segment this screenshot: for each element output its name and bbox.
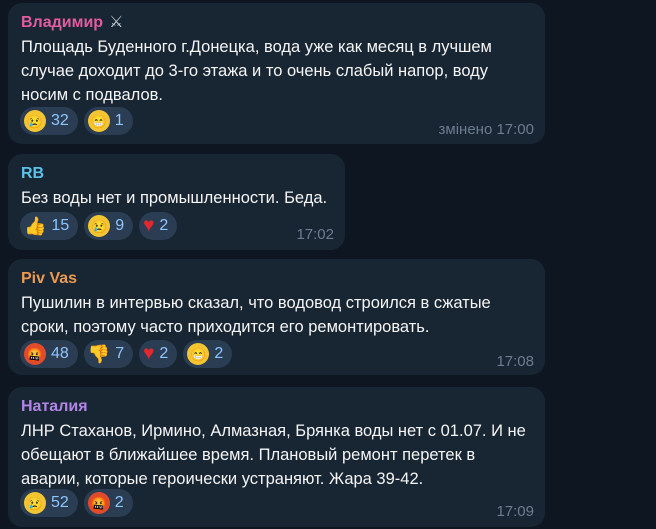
grinning-face-icon: 😁 bbox=[187, 343, 210, 365]
message-timestamp: 17:02 bbox=[296, 226, 334, 243]
sender-name[interactable]: Наталия bbox=[21, 397, 532, 417]
reaction-button[interactable]: 👎 7 bbox=[83, 340, 134, 368]
reactions-bar: 😢 32 😁 1 bbox=[20, 107, 133, 135]
reaction-button[interactable]: 🤬 2 bbox=[83, 489, 133, 517]
message-bubble[interactable]: Наталия ЛНР Стаханов, Ирмино, Алмазная, … bbox=[8, 387, 545, 527]
thumbs-up-icon: 👍 bbox=[24, 215, 47, 236]
reaction-button[interactable]: 😢 9 bbox=[84, 212, 134, 240]
reaction-button[interactable]: 😁 2 bbox=[183, 340, 233, 368]
reactions-bar: 😢 52 🤬 2 bbox=[20, 489, 133, 517]
reaction-button[interactable]: ♥ 2 bbox=[139, 212, 178, 240]
message-text: ЛНР Стаханов, Ирмино, Алмазная, Брянка в… bbox=[21, 422, 526, 488]
message-bubble[interactable]: Владимир ⚔ Площадь Буденного г.Донецка, … bbox=[8, 3, 545, 144]
reaction-button[interactable]: 😁 1 bbox=[83, 107, 133, 135]
message-timestamp: 17:08 bbox=[496, 353, 534, 370]
reaction-button[interactable]: 👍 15 bbox=[20, 212, 79, 240]
message-text: Площадь Буденного г.Донецка, вода уже ка… bbox=[21, 38, 492, 104]
sender-name[interactable]: Piv Vas bbox=[21, 269, 532, 289]
red-heart-icon: ♥ bbox=[143, 215, 155, 236]
reaction-button[interactable]: 😢 52 bbox=[20, 489, 78, 517]
message-timestamp: змінено 17:00 bbox=[438, 121, 534, 138]
reaction-button[interactable]: ♥ 2 bbox=[139, 340, 178, 368]
reaction-button[interactable]: 😢 32 bbox=[20, 107, 78, 135]
crying-face-icon: 😢 bbox=[88, 215, 111, 237]
reactions-bar: 🤬 48 👎 7 ♥ 2 😁 2 bbox=[20, 340, 233, 368]
crying-face-icon: 😢 bbox=[24, 492, 46, 514]
swearing-face-icon: 🤬 bbox=[24, 343, 46, 365]
message-text: Пушилин в интервью сказал, что водовод с… bbox=[21, 294, 491, 336]
sender-name[interactable]: Владимир ⚔ bbox=[21, 13, 532, 33]
message-timestamp: 17:09 bbox=[496, 503, 534, 520]
reactions-bar: 👍 15 😢 9 ♥ 2 bbox=[20, 212, 178, 240]
thumbs-down-icon: 👎 bbox=[87, 343, 111, 364]
grinning-face-icon: 😁 bbox=[87, 110, 110, 132]
swearing-face-icon: 🤬 bbox=[87, 492, 110, 514]
message-bubble[interactable]: RB Без воды нет и промышленности. Беда. … bbox=[8, 154, 345, 250]
sender-name[interactable]: RB bbox=[21, 164, 332, 184]
reaction-button[interactable]: 🤬 48 bbox=[20, 340, 78, 368]
red-heart-icon: ♥ bbox=[143, 343, 155, 364]
message-text: Без воды нет и промышленности. Беда. bbox=[21, 189, 328, 207]
crossed-swords-icon: ⚔ bbox=[109, 14, 124, 31]
message-bubble[interactable]: Piv Vas Пушилин в интервью сказал, что в… bbox=[8, 259, 545, 375]
crying-face-icon: 😢 bbox=[24, 110, 46, 132]
